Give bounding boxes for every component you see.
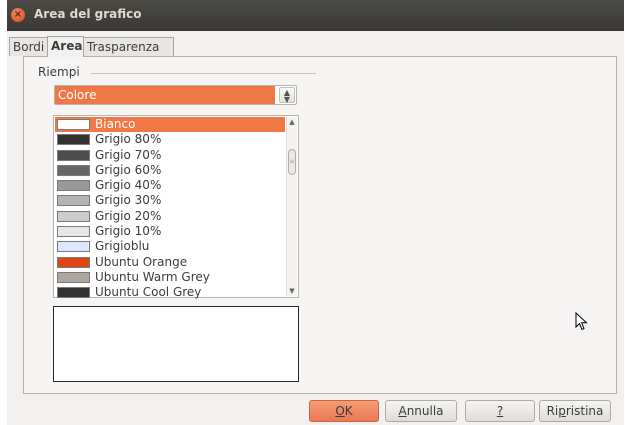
scroll-down-icon[interactable]: ▼: [288, 287, 296, 295]
color-list-item[interactable]: Grigio 30%: [55, 193, 285, 208]
color-list-item[interactable]: Grigio 40%: [55, 178, 285, 193]
color-list-item[interactable]: Grigio 80%: [55, 132, 285, 147]
color-label: Grigio 60%: [95, 162, 162, 177]
chart-area-dialog: × Area del grafico Bordi Area Trasparenz…: [7, 0, 624, 425]
fill-type-select[interactable]: Colore ▲ ▼: [54, 85, 297, 105]
color-swatch: [57, 164, 90, 176]
ok-button-label-rest: K: [344, 404, 353, 418]
color-swatch: [57, 287, 90, 299]
help-button-label: ?: [496, 404, 504, 418]
color-swatch: [57, 134, 90, 146]
color-list-item[interactable]: Ubuntu Cool Grey: [55, 285, 285, 300]
tab-trasparenza[interactable]: Trasparenza: [83, 37, 174, 56]
color-swatch: [57, 226, 90, 238]
color-swatch: [57, 195, 90, 207]
cancel-button-label-rest: nnulla: [406, 404, 444, 418]
fill-type-value: Colore: [55, 86, 275, 104]
fill-preview: [53, 306, 299, 382]
color-label: Bianco: [95, 117, 136, 131]
color-label: Grigio 80%: [95, 132, 162, 147]
color-swatch: [57, 149, 90, 161]
scroll-up-icon[interactable]: ▲: [288, 118, 296, 126]
reset-button-mnemonic: p: [558, 404, 566, 418]
color-list-items: Bianco Grigio 80% Grigio 70% Grigio 60% Grig…: [55, 117, 285, 301]
color-swatch: [57, 119, 90, 130]
color-swatch: [57, 241, 90, 253]
mouse-pointer-icon: [575, 312, 588, 331]
color-list-item[interactable]: Grigio 60%: [55, 163, 285, 178]
fill-group-divider: [91, 73, 316, 74]
reset-button-label-rest: ristina: [565, 404, 604, 418]
color-list-item[interactable]: Grigioblu: [55, 239, 285, 254]
close-icon[interactable]: ×: [11, 8, 25, 22]
spinner-arrows-icon[interactable]: ▲ ▼: [279, 87, 295, 104]
ok-button-mnemonic: O: [335, 404, 345, 418]
reset-button[interactable]: Ripristina: [539, 400, 611, 422]
color-label: Grigio 30%: [95, 193, 162, 208]
area-tab-panel: Riempi Colore ▲ ▼ Bianco Grigio 80% Grigio …: [23, 56, 617, 394]
color-list-item[interactable]: Ubuntu Warm Grey: [55, 270, 285, 285]
reset-button-label-pre: Ri: [546, 404, 559, 418]
cancel-button[interactable]: Annulla: [385, 400, 457, 422]
color-list[interactable]: Bianco Grigio 80% Grigio 70% Grigio 60% Grig…: [53, 115, 299, 301]
title-bar: × Area del grafico: [7, 0, 624, 31]
cancel-button-mnemonic: A: [398, 404, 407, 418]
scroll-thumb[interactable]: ≡: [288, 149, 296, 175]
color-swatch: [57, 180, 90, 192]
color-label: Grigio 70%: [95, 147, 162, 162]
color-list-item[interactable]: Grigio 20%: [55, 209, 285, 224]
color-list-item[interactable]: Grigio 70%: [55, 148, 285, 163]
color-label: Grigio 10%: [95, 224, 162, 239]
ok-button[interactable]: OK: [309, 400, 379, 422]
color-label: Grigioblu: [95, 239, 150, 254]
color-swatch: [57, 210, 90, 222]
color-list-item[interactable]: Grigio 10%: [55, 224, 285, 239]
color-label: Ubuntu Warm Grey: [95, 269, 210, 284]
color-list-scrollbar[interactable]: ▲ ≡ ▼: [286, 117, 297, 296]
color-label: Grigio 20%: [95, 208, 162, 223]
color-label: Ubuntu Orange: [95, 254, 188, 269]
window-title: Area del grafico: [34, 7, 142, 21]
help-button[interactable]: ?: [465, 400, 535, 422]
color-swatch: [57, 256, 90, 268]
tab-area[interactable]: Area: [47, 36, 84, 57]
color-list-item[interactable]: Bianco: [55, 117, 285, 133]
fill-group-label: Riempi: [38, 65, 80, 79]
color-swatch: [57, 271, 90, 283]
tab-bordi[interactable]: Bordi: [9, 37, 48, 56]
color-list-item[interactable]: Ubuntu Orange: [55, 255, 285, 270]
color-label: Ubuntu Cool Grey: [95, 285, 202, 300]
color-label: Grigio 40%: [95, 178, 162, 193]
